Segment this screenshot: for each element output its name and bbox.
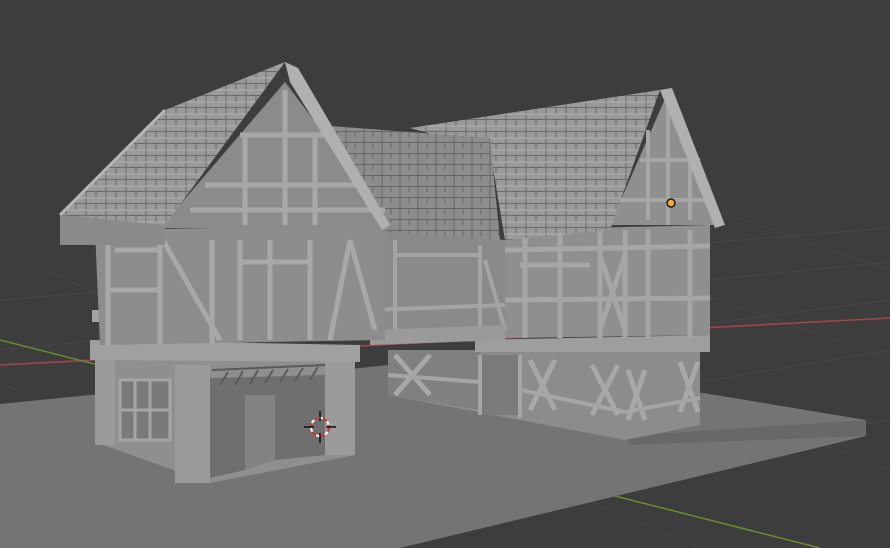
arch-post (325, 360, 355, 455)
3d-viewport[interactable] (0, 0, 890, 548)
left-house[interactable] (58, 62, 395, 483)
viewport-canvas[interactable] (0, 0, 890, 548)
left-post (95, 355, 115, 445)
archway-inner (245, 395, 275, 470)
object-origin-icon (666, 198, 676, 208)
corner-post (175, 365, 210, 483)
door[interactable] (480, 355, 520, 415)
